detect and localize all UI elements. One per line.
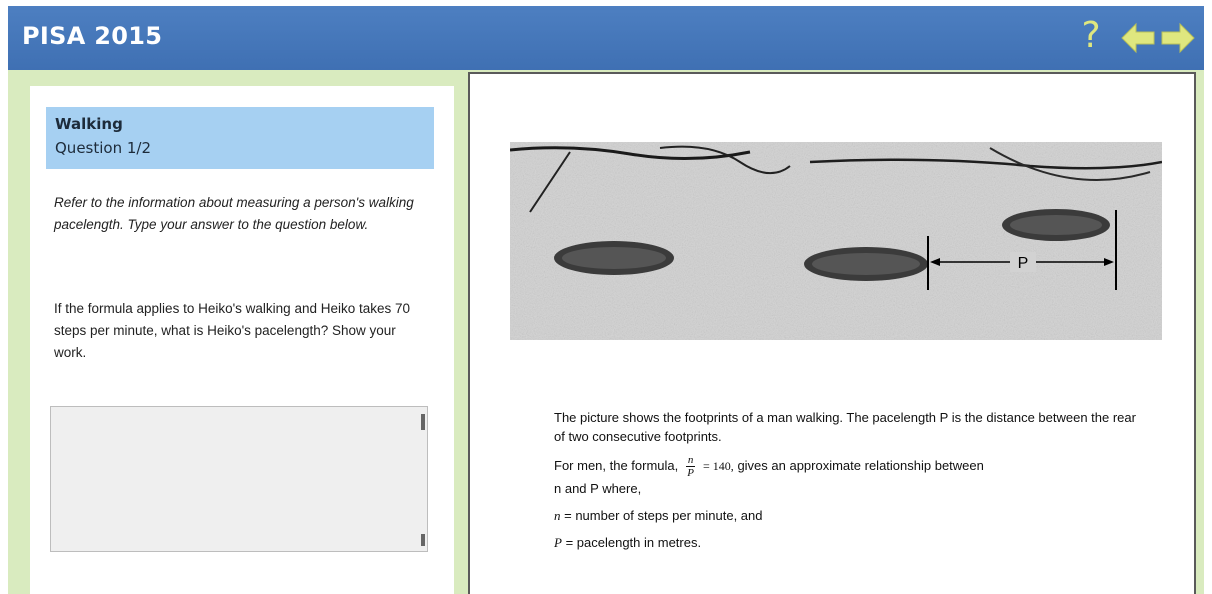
next-button[interactable] bbox=[1160, 21, 1196, 55]
formula-fraction: n P bbox=[685, 454, 696, 479]
formula-denominator: P bbox=[687, 467, 695, 479]
footprints-photo: P bbox=[510, 142, 1162, 340]
formula-vars: n and P where, bbox=[554, 481, 642, 496]
arrow-left-icon bbox=[1121, 22, 1155, 54]
stimulus-paragraph: The picture shows the footprints of a ma… bbox=[554, 410, 1136, 444]
arrow-right-icon bbox=[1161, 22, 1195, 54]
answer-input[interactable] bbox=[50, 406, 428, 552]
question-number: Question 1/2 bbox=[55, 139, 151, 157]
definition-n: n = number of steps per minute, and bbox=[554, 506, 1144, 525]
formula-numerator: n bbox=[685, 454, 696, 467]
top-bar: PISA 2015 ? bbox=[8, 6, 1204, 70]
scrollbar-bottom[interactable] bbox=[421, 534, 425, 546]
app-title: PISA 2015 bbox=[22, 22, 163, 50]
formula-line: For men, the formula, n P = 140, gives a… bbox=[554, 454, 1144, 498]
unit-title: Walking bbox=[55, 115, 123, 133]
variable-p: P bbox=[554, 535, 562, 550]
question-panel: Walking Question 1/2 Refer to the inform… bbox=[30, 86, 454, 594]
question-header: Walking Question 1/2 bbox=[46, 107, 434, 169]
formula-intro: For men, the formula, bbox=[554, 457, 679, 473]
definition-p: P = pacelength in metres. bbox=[554, 533, 1144, 552]
previous-button[interactable] bbox=[1120, 21, 1156, 55]
definition-n-text: = number of steps per minute, and bbox=[564, 508, 763, 523]
pacelength-label: P bbox=[1018, 255, 1029, 272]
formula-outro: gives an approximate relationship betwee… bbox=[737, 457, 984, 473]
stimulus-panel: P The picture shows the footprints of a … bbox=[468, 72, 1196, 594]
question-text: If the formula applies to Heiko's walkin… bbox=[54, 301, 411, 360]
definition-p-text: = pacelength in metres. bbox=[565, 535, 702, 550]
instruction-text: Refer to the information about measuring… bbox=[54, 195, 414, 232]
scrollbar-top[interactable] bbox=[421, 414, 425, 430]
help-icon: ? bbox=[1081, 15, 1101, 56]
variable-n: n bbox=[554, 508, 561, 523]
help-button[interactable]: ? bbox=[1076, 15, 1106, 57]
formula-rhs: = 140, bbox=[703, 458, 734, 473]
stimulus-text: The picture shows the footprints of a ma… bbox=[554, 408, 1144, 560]
